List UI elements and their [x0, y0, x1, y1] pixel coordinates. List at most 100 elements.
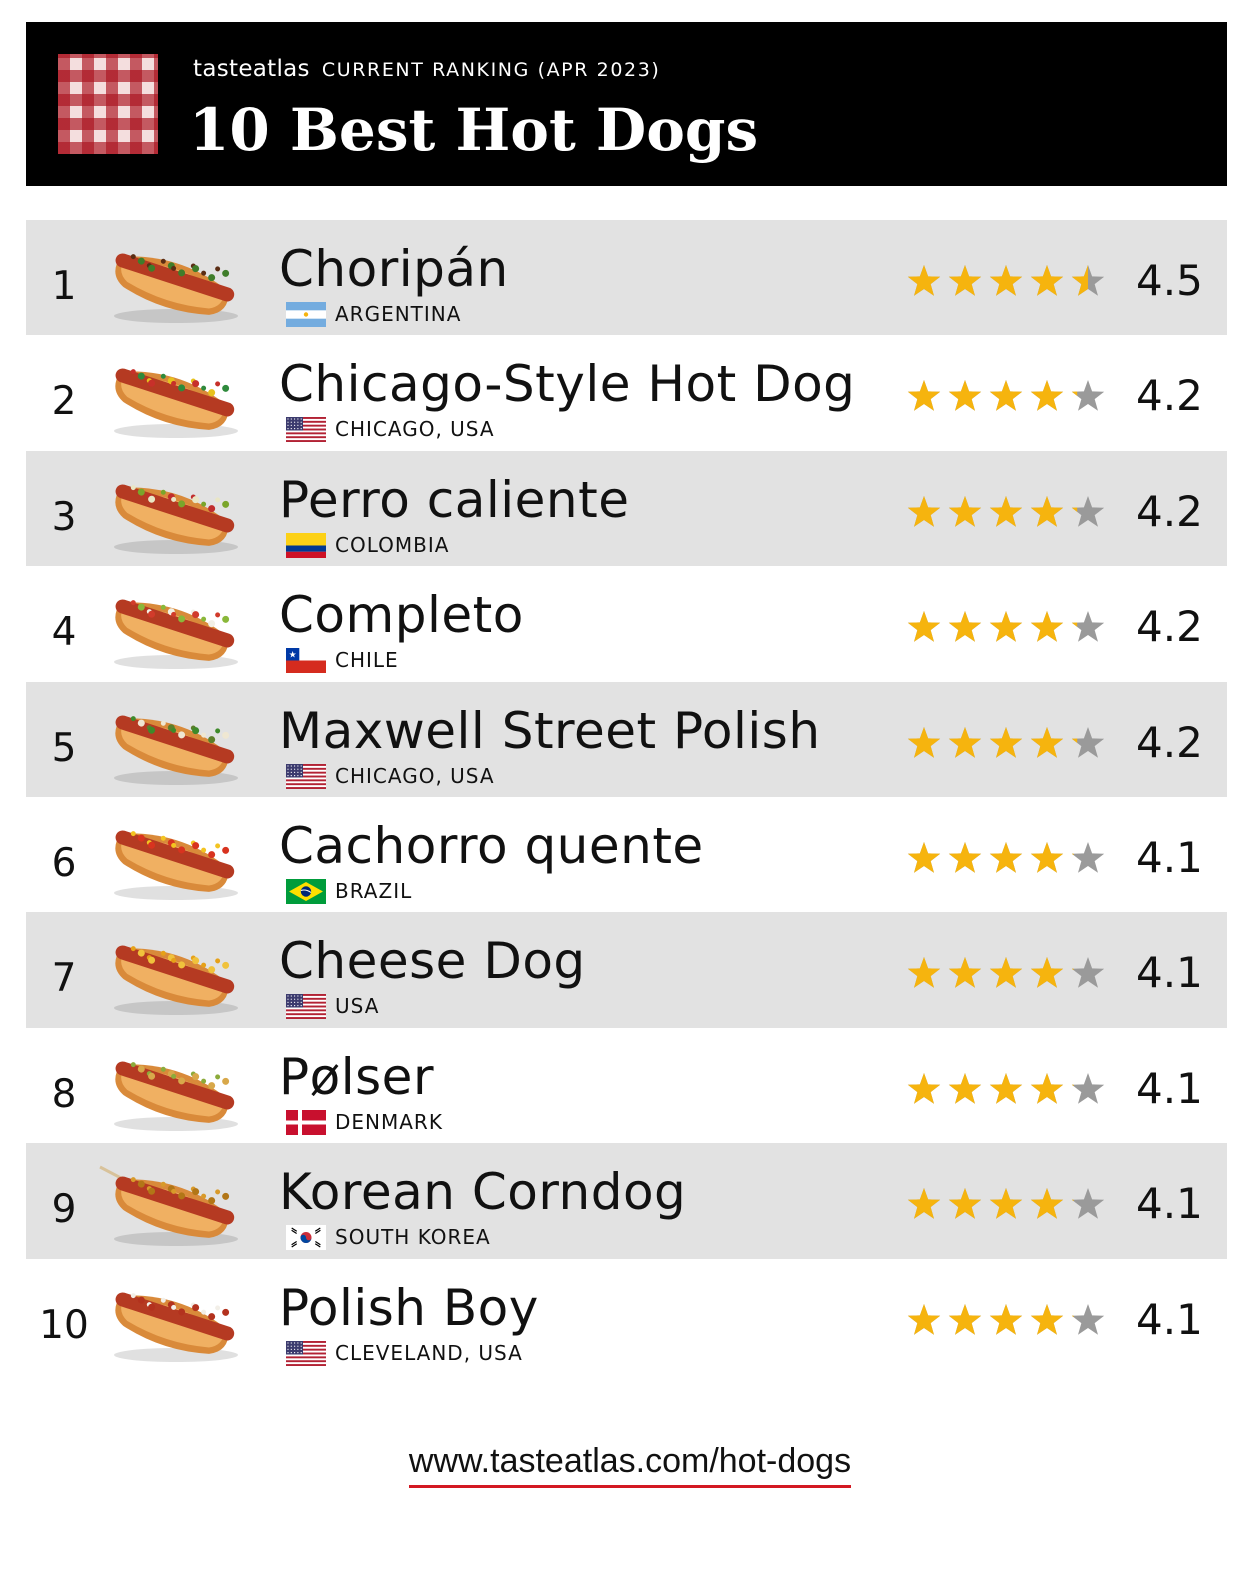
star-icon: [907, 841, 941, 873]
list-item[interactable]: 5 Maxwell Street Polish CHICAGO, USA 4.2: [26, 681, 1227, 797]
rank-number: 1: [51, 264, 77, 309]
country-label: CHILE: [335, 648, 399, 673]
star-icon: [907, 380, 941, 412]
dish-name[interactable]: Maxwell Street Polish: [279, 702, 821, 760]
star-rating: [906, 1302, 1106, 1338]
country-label: BRAZIL: [335, 878, 413, 903]
colombia-flag-icon: [286, 532, 326, 558]
star-rating: [906, 263, 1106, 299]
star-icon: [1030, 611, 1064, 642]
denmark-flag-icon: [286, 1109, 326, 1135]
chile-flag-icon: [286, 648, 326, 674]
list-item[interactable]: 10 Polish Boy CLEVELAND, USA 4.1: [26, 1259, 1227, 1374]
country-label: SOUTH KOREA: [335, 1225, 491, 1250]
rank-number: 2: [51, 379, 77, 425]
list-item[interactable]: 7 Cheese Dog USA 4.1: [26, 912, 1227, 1028]
star-icon: [948, 1072, 982, 1104]
dish-name[interactable]: Pølser: [279, 1048, 434, 1106]
star-icon: [1030, 265, 1064, 296]
country-label: ARGENTINA: [335, 302, 462, 326]
footer-link[interactable]: www.tasteatlas.com/hot-dogs: [408, 1442, 852, 1488]
rating-value: 4.5: [1136, 256, 1203, 305]
country-label: DENMARK: [335, 1109, 443, 1134]
star-icon: [907, 265, 941, 296]
star-icon: [989, 957, 1023, 989]
star-icon: [1030, 1072, 1064, 1104]
star-icon: [989, 841, 1023, 873]
list-item[interactable]: 9 Korean Corndog SOUTH KOREA 4.1: [26, 1143, 1227, 1259]
rank-number: 5: [51, 725, 77, 771]
dish-name[interactable]: Polish Boy: [279, 1279, 539, 1337]
star-icon: [907, 495, 941, 527]
star-icon: [907, 1072, 941, 1104]
ranking-subtitle: CURRENT RANKING (APR 2023): [321, 59, 661, 81]
ranking-list: 1 Choripán ARGENTINA 4.5 2 Chicago-Style Hot …: [26, 220, 1227, 1374]
star-icon: [989, 726, 1023, 758]
star-rating: [906, 494, 1106, 530]
hot-dog-image: [98, 1042, 248, 1134]
star-icon: [948, 265, 982, 296]
star-icon: [907, 1303, 941, 1335]
rating-value: 4.2: [1136, 717, 1203, 767]
star-rating: [906, 955, 1106, 991]
dish-name[interactable]: Completo: [279, 586, 524, 644]
list-item[interactable]: 4 Completo CHILE 4.2: [26, 566, 1227, 681]
star-icon: [948, 726, 982, 758]
star-icon: [948, 841, 982, 873]
hot-dog-image: [98, 580, 248, 672]
star-rating: [906, 725, 1106, 761]
star-icon: [907, 726, 941, 758]
hot-dog-image: [98, 234, 248, 326]
star-rating: [906, 1186, 1106, 1222]
hot-dog-image: [98, 349, 248, 441]
dish-name[interactable]: Cheese Dog: [279, 932, 586, 990]
star-icon: [1071, 495, 1105, 527]
star-icon: [989, 265, 1023, 296]
usa-flag-icon: [286, 763, 326, 789]
hot-dog-image: [98, 465, 248, 557]
star-icon: [989, 1188, 1023, 1219]
usa-flag-icon: [286, 994, 326, 1020]
list-item[interactable]: 1 Choripán ARGENTINA 4.5: [26, 220, 1227, 336]
argentina-flag-icon: [286, 302, 326, 327]
star-icon: [907, 1188, 941, 1219]
star-icon: [989, 495, 1023, 527]
dish-name[interactable]: Perro caliente: [279, 471, 629, 529]
list-item[interactable]: 8 Pølser DENMARK 4.1: [26, 1028, 1227, 1143]
star-icon: [1030, 841, 1064, 873]
star-icon: [1071, 1072, 1105, 1104]
star-icon: [1030, 1188, 1064, 1219]
usa-flag-icon: [286, 1340, 326, 1366]
brand-line: tasteatlas CURRENT RANKING (APR 2023): [193, 56, 660, 82]
rating-value: 4.1: [1136, 948, 1203, 998]
country-label: COLOMBIA: [335, 532, 450, 557]
dish-name[interactable]: Cachorro quente: [279, 817, 704, 875]
brazil-flag-icon: [286, 878, 326, 904]
country-label: CHICAGO, USA: [335, 417, 495, 442]
list-item[interactable]: 6 Cachorro quente BRAZIL 4.1: [26, 797, 1227, 912]
dish-name[interactable]: Korean Corndog: [279, 1163, 686, 1221]
list-item[interactable]: 2 Chicago-Style Hot Dog CHICAGO, USA 4.2: [26, 335, 1227, 450]
star-icon: [1071, 726, 1105, 758]
star-icon: [948, 380, 982, 412]
star-icon: [1071, 841, 1105, 873]
hot-dog-image: [98, 1273, 248, 1365]
rank-number: 9: [51, 1187, 77, 1233]
star-icon: [1030, 1303, 1064, 1335]
star-icon: [989, 1303, 1023, 1335]
star-icon: [1071, 380, 1105, 412]
country-label: USA: [335, 994, 380, 1019]
header-banner: tasteatlas CURRENT RANKING (APR 2023) 10…: [26, 22, 1227, 186]
star-icon: [948, 1303, 982, 1335]
dish-name[interactable]: Choripán: [279, 240, 509, 298]
rating-value: 4.2: [1136, 602, 1203, 652]
rank-number: 8: [51, 1071, 77, 1117]
list-item[interactable]: 3 Perro caliente COLOMBIA 4.2: [26, 450, 1227, 567]
brand-logo-text: tasteatlas: [193, 56, 310, 82]
star-icon: [948, 1188, 982, 1219]
star-icon: [1071, 611, 1105, 642]
star-icon: [948, 495, 982, 527]
hot-dog-image: [98, 1157, 248, 1249]
dish-name[interactable]: Chicago-Style Hot Dog: [279, 355, 855, 413]
rank-number: 6: [51, 840, 77, 886]
